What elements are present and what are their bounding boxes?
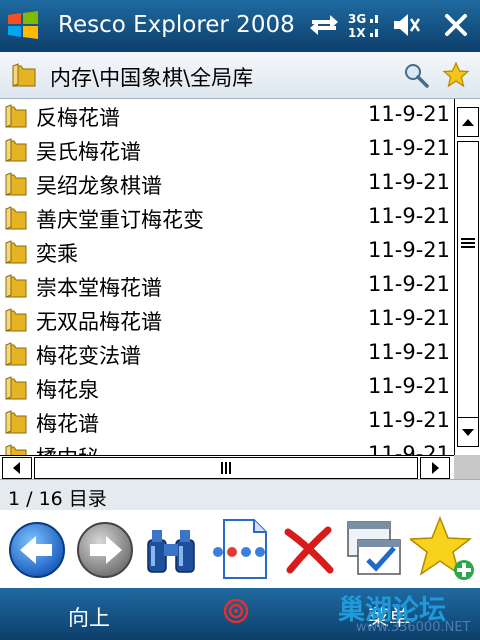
file-date: 11-9-21 [368,442,450,455]
signal-bottom-label: 1X [348,26,366,40]
file-date: 11-9-21 [368,374,450,398]
file-row[interactable]: 梅花泉 11-9-21 [0,371,454,405]
arrow-left-icon [13,462,20,474]
file-row[interactable]: 梅花变法谱 11-9-21 [0,337,454,371]
file-date: 11-9-21 [368,272,450,296]
delete-button[interactable] [278,516,340,582]
add-favorite-button[interactable] [410,516,476,582]
file-date: 11-9-21 [368,170,450,194]
arrow-up-icon [462,119,474,126]
scroll-right-button[interactable] [420,457,450,479]
file-name: 橘中秘 [36,442,99,455]
file-name: 吴绍龙象棋谱 [36,174,162,198]
status-bar: 1 / 16 目录 [0,479,480,511]
file-row[interactable]: 善庆堂重订梅花变 11-9-21 [0,201,454,235]
file-name: 吴氏梅花谱 [36,140,141,164]
file-name: 梅花泉 [36,378,99,402]
app-title: Resco Explorer 2008 [58,12,295,38]
file-name: 梅花谱 [36,412,99,436]
file-row[interactable]: 吴氏梅花谱 11-9-21 [0,133,454,167]
arrow-down-icon [462,429,474,436]
toolbar [0,510,480,588]
horizontal-scroll-thumb[interactable] [34,457,418,479]
folder-icon [5,104,27,128]
grip-icon [221,462,231,474]
file-date: 11-9-21 [368,306,450,330]
watermark-url: www.336000.NET [356,620,471,635]
arrow-right-icon [432,462,439,474]
signal-strength-icon[interactable]: 3G 1X [346,10,382,40]
file-row[interactable]: 吴绍龙象棋谱 11-9-21 [0,167,454,201]
file-date: 11-9-21 [368,136,450,160]
windows-start-icon[interactable] [6,10,40,40]
file-name: 无双品梅花谱 [36,310,162,334]
connectivity-arrows-icon[interactable] [308,10,340,40]
scroll-left-button[interactable] [2,457,32,479]
file-list[interactable]: 反梅花谱 11-9-21 吴氏梅花谱 11-9-21 吴绍龙象棋谱 11-9-21 善庆堂重… [0,99,454,455]
current-folder-icon [12,63,36,87]
back-button[interactable] [6,516,68,582]
find-binoculars-button[interactable] [140,516,202,582]
folder-icon [5,274,27,298]
file-name: 崇本堂梅花谱 [36,276,162,300]
folder-icon [5,342,27,366]
watermark: 巢湖论坛 www.336000.NET [336,586,480,640]
file-name: 反梅花谱 [36,106,120,130]
multi-select-button[interactable] [342,516,404,582]
scroll-up-button[interactable] [457,107,479,137]
file-date: 11-9-21 [368,204,450,228]
file-date: 11-9-21 [368,408,450,432]
grip-icon [461,238,475,248]
folder-icon [5,206,27,230]
folder-icon [5,410,27,434]
file-row[interactable]: 崇本堂梅花谱 11-9-21 [0,269,454,303]
properties-button[interactable] [210,516,272,582]
favorites-star-icon[interactable] [442,61,470,89]
input-panel-icon[interactable] [222,596,250,626]
path-bar: 内存\中国象棋\全局库 [0,52,480,99]
close-icon[interactable] [442,10,470,40]
vertical-scrollbar[interactable] [454,99,480,455]
folder-icon [5,138,27,162]
soft-key-up[interactable]: 向上 [68,602,110,632]
forward-button[interactable] [74,516,136,582]
scroll-corner [454,455,480,479]
file-row[interactable]: 橘中秘 11-9-21 [0,439,454,455]
file-name: 善庆堂重订梅花变 [36,208,204,232]
file-date: 11-9-21 [368,238,450,262]
file-row[interactable]: 奕乘 11-9-21 [0,235,454,269]
folder-icon [5,308,27,332]
scroll-down-button[interactable] [457,417,479,447]
file-name: 梅花变法谱 [36,344,141,368]
current-path: 内存\中国象棋\全局库 [50,66,254,90]
folder-icon [5,240,27,264]
horizontal-scrollbar[interactable] [0,455,454,479]
vertical-scroll-thumb[interactable] [457,141,479,427]
title-bar: Resco Explorer 2008 3G 1X [0,0,480,52]
file-date: 11-9-21 [368,340,450,364]
folder-icon [5,172,27,196]
volume-muted-icon[interactable] [392,10,422,40]
search-icon[interactable] [402,61,430,89]
file-row[interactable]: 无双品梅花谱 11-9-21 [0,303,454,337]
file-name: 奕乘 [36,242,78,266]
file-date: 11-9-21 [368,102,450,126]
item-count: 1 / 16 目录 [8,488,107,510]
file-row[interactable]: 梅花谱 11-9-21 [0,405,454,439]
folder-icon [5,444,27,455]
folder-icon [5,376,27,400]
signal-top-label: 3G [348,12,366,26]
file-row[interactable]: 反梅花谱 11-9-21 [0,99,454,133]
